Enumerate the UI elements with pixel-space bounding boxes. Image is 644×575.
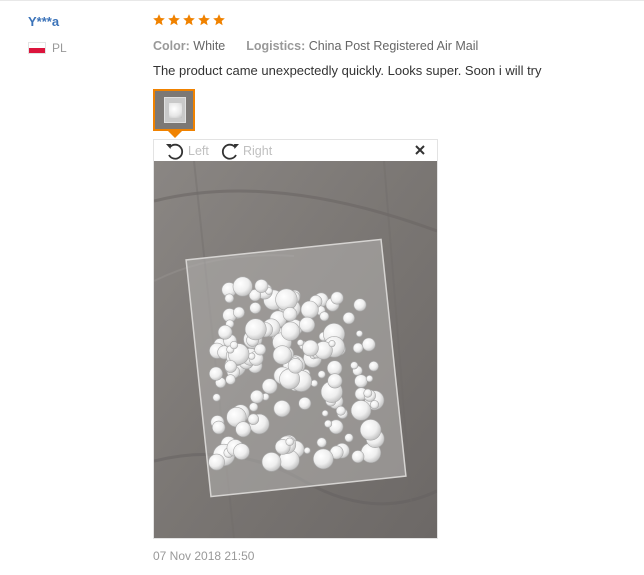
pearl-bead [351,450,365,463]
pearl-bead [285,437,294,446]
viewer-toolbar: Left Right [154,140,437,161]
rotate-right-icon [221,143,239,160]
pearl-bead [224,293,235,304]
star-icon [212,13,226,27]
pearl-bead [368,361,379,372]
pearl-bead [365,375,374,383]
rotate-left-button[interactable]: Left [164,141,209,161]
pearl-bead [313,448,334,470]
logistics-value: China Post Registered Air Mail [308,39,479,53]
pearl-bead [248,402,259,412]
pearl-bead [324,419,333,428]
pearl-bead [261,378,278,394]
pearl-bead [272,345,292,365]
pearl-bead [247,413,260,425]
star-rating [152,13,226,27]
pearl-bead [321,409,329,417]
reviewer-name[interactable]: Y***a [28,14,59,29]
rotate-left-label: Left [188,144,209,158]
review-date: 07 Nov 2018 21:50 [153,549,255,563]
pearl-bead [273,400,291,418]
pearl-bead [344,433,354,443]
pearl-bead [359,419,382,441]
pearl-bead [296,339,304,347]
pearl-bead [244,318,267,341]
top-divider [0,0,644,1]
pearl-bead [330,291,344,305]
pearl-bead [355,330,363,338]
pearl-bead [208,453,225,471]
pearl-bead [335,405,346,416]
pearl-bead [353,298,367,312]
pearl-bead [212,393,221,402]
pearl-bead [287,358,304,374]
thumbnail-pointer [168,131,182,138]
color-label: Color: [153,39,190,53]
pearl-bead [280,321,300,341]
pearl-bead [229,341,239,350]
pearl-bead [327,373,343,389]
pearl-bead [352,342,364,354]
photo-viewer: Left Right [153,139,438,539]
rotate-left-icon [166,143,184,160]
pearl-bead [235,421,252,438]
pearl-bead [363,388,373,398]
pearls-in-bag-photo [154,161,437,538]
pearl-bead [300,300,319,319]
pearl-bead [233,443,250,460]
pearl-bead [298,396,312,410]
star-icon [167,13,181,27]
rotate-right-button[interactable]: Right [219,141,272,161]
color-value: White [193,39,226,53]
pearl-bead [299,316,316,333]
review-photo [154,161,437,538]
pearl-bead [303,446,311,454]
pearl-bead [233,306,245,319]
rotate-right-label: Right [243,144,273,158]
pearl-bead [232,276,253,297]
pearl-bead [254,279,269,293]
pearl-bead [254,343,267,356]
pearl-bead [282,307,298,322]
pearl-bead [342,312,355,325]
pearl-bead [208,366,223,381]
pearl-bead [362,337,376,352]
pearl-bead [328,340,336,348]
country-code: PL [52,41,67,55]
pearl-bead [249,302,262,314]
product-attributes: Color: White Logistics: China Post Regis… [153,39,478,53]
pearl-bead [302,339,319,357]
logistics-label: Logistics: [246,39,306,53]
star-icon [182,13,196,27]
pearl-bead [370,400,380,410]
pearl-bead [261,452,282,472]
pearl-bead [319,311,330,322]
pearl-bead [211,420,226,435]
pearl-bead [350,361,359,370]
pearl-bead [217,324,233,340]
pearl-bead [224,360,237,373]
review-photo-thumbnail[interactable] [153,89,195,131]
pearl-bead [316,437,327,448]
pearl-bead [354,374,368,388]
pearl-bead [350,400,372,421]
reviewer-country: PL [28,41,67,55]
pearl-bead [250,389,264,404]
pearl-bead [248,352,256,360]
pearl-bead [275,288,298,311]
star-icon [197,13,211,27]
pearl-bead [317,370,326,379]
review-text: The product came unexpectedly quickly. L… [153,63,542,78]
pearl-bead [225,374,236,385]
close-viewer-button[interactable] [413,143,427,157]
pearl-bead [326,360,343,376]
star-icon [152,13,166,27]
poland-flag-icon [28,42,46,54]
close-icon [415,145,425,155]
